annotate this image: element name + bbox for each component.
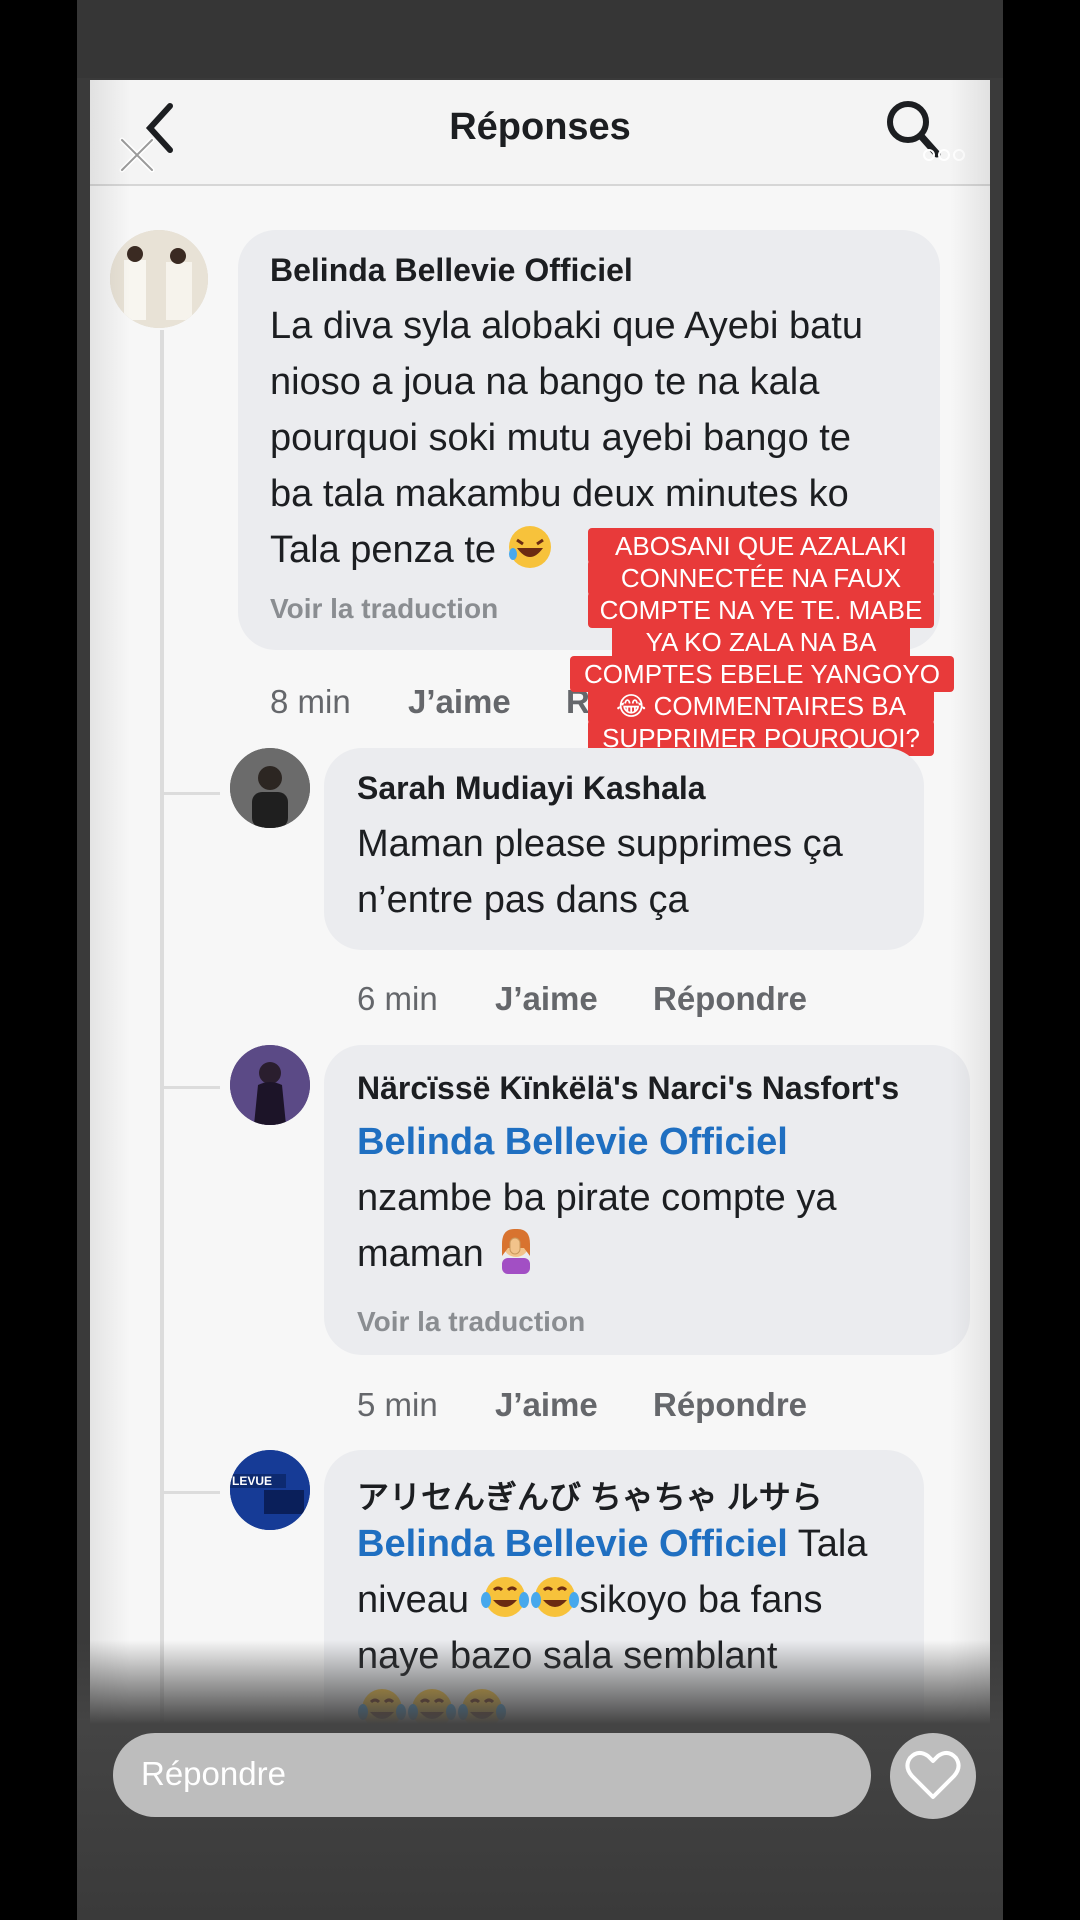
panel-shadow-left: [90, 80, 130, 1750]
avatar[interactable]: [110, 230, 208, 328]
thread-branch: [160, 792, 220, 795]
reply-placeholder: Répondre: [141, 1755, 286, 1792]
comment-time: 8 min: [270, 683, 351, 720]
overlay-line: YA KO ZALA NA BA: [612, 624, 910, 660]
comment-text-line: Maman please supprimes ça: [357, 823, 843, 865]
replies-header: Réponses: [90, 80, 990, 186]
story-top-bar: [77, 0, 1003, 78]
translate-link[interactable]: Voir la traduction: [270, 593, 498, 625]
comment-text-line: niveau sikoyo ba fans: [357, 1572, 917, 1628]
tears-of-joy-emoji-icon: [530, 1577, 579, 1617]
comment-author[interactable]: Närcïssë Kïnkëlä's Narci's Nasfort's: [357, 1070, 899, 1107]
like-heart-button[interactable]: [890, 1733, 976, 1819]
comment-author[interactable]: Belinda Bellevie Officiel: [270, 252, 633, 289]
thread-branch: [160, 1086, 220, 1089]
screenshot-panel: Réponses Belinda Bellevie Officiel La di…: [90, 80, 990, 1750]
overlay-line: COMPTE NA YE TE. MABE: [588, 592, 934, 628]
avatar[interactable]: [230, 1045, 310, 1125]
mention-link[interactable]: Belinda Bellevie Officiel: [357, 1523, 788, 1565]
comment-text-line: pourquoi soki mutu ayebi bango te: [270, 417, 851, 459]
like-button[interactable]: J’aime: [495, 1386, 598, 1424]
woman-facepalming-emoji-icon: [502, 1228, 531, 1274]
comment-text-line: ba tala makambu deux minutes ko: [270, 473, 849, 515]
comment-text-line: maman: [357, 1226, 947, 1282]
comment-text-line: n’entre pas dans ça: [357, 879, 689, 921]
overlay-line: COMPTES EBELE YANGOYO: [570, 656, 954, 692]
more-icon[interactable]: [922, 148, 966, 162]
like-button[interactable]: J’aime: [495, 980, 598, 1018]
panel-shadow-right: [950, 80, 990, 1750]
comment-text: Maman please supprimes ça n’entre pas da…: [357, 816, 917, 928]
overlay-line: ABOSANI QUE AZALAKI: [588, 528, 934, 564]
comment-text-line: Belinda Bellevie Officiel Tala: [357, 1523, 868, 1565]
overlay-line: CONNECTÉE NA FAUX: [588, 560, 934, 596]
heart-icon: [905, 1751, 961, 1799]
thread-line: [160, 330, 164, 1750]
like-button[interactable]: J’aime: [408, 683, 511, 721]
overlay-line: 😂 COMMENTAIRES BA: [588, 688, 934, 724]
comment-author[interactable]: アリセんぎんび ちゃちゃ ルサら: [357, 1472, 823, 1518]
thread-branch: [160, 1491, 220, 1494]
comment-text-line: La diva syla alobaki que Ayebi batu: [270, 305, 863, 347]
comment-text-line: nioso a joua na bango te na kala: [270, 361, 820, 403]
avatar[interactable]: LEVUE: [230, 1450, 310, 1530]
comment-text-line: nzambe ba pirate compte ya: [357, 1177, 837, 1219]
tears-of-joy-emoji-icon: [480, 1577, 529, 1617]
translate-link[interactable]: Voir la traduction: [357, 1306, 585, 1338]
reply-button[interactable]: Répondre: [653, 1386, 807, 1424]
reply-input[interactable]: Répondre: [113, 1733, 871, 1817]
mention-link[interactable]: Belinda Bellevie Officiel: [357, 1114, 947, 1170]
reply-button[interactable]: Répondre: [653, 980, 807, 1018]
laughing-emoji-icon: [508, 526, 551, 568]
svg-text:LEVUE: LEVUE: [232, 1474, 272, 1488]
page-title: Réponses: [449, 106, 631, 148]
comment-author[interactable]: Sarah Mudiayi Kashala: [357, 770, 706, 807]
comment-time: 5 min: [357, 1386, 438, 1423]
avatar[interactable]: [230, 748, 310, 828]
comment-time: 6 min: [357, 980, 438, 1017]
comment-text: Belinda Bellevie Officiel nzambe ba pira…: [357, 1114, 947, 1282]
